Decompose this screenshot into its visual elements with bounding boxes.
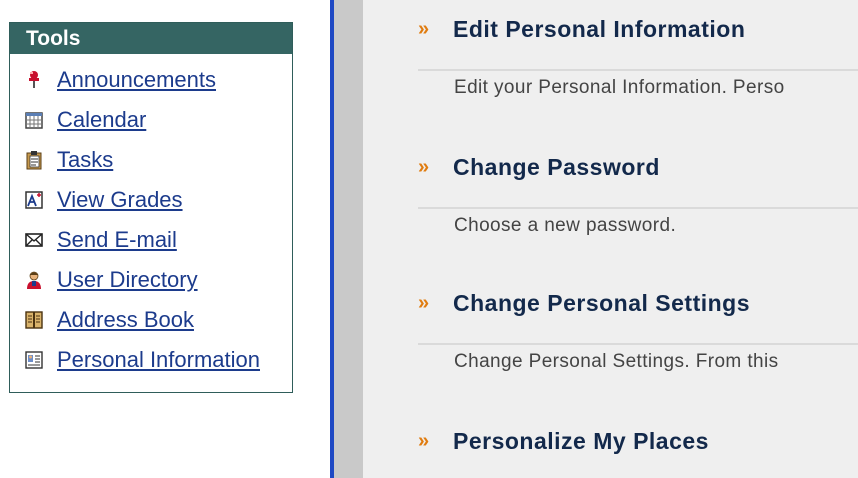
chevron-right-icon: » <box>418 156 430 178</box>
clipboard-icon <box>26 151 42 170</box>
section-heading: Change Personal Settings <box>453 290 751 316</box>
section-title-edit-personal-information[interactable]: » Edit Personal Information <box>418 9 745 49</box>
frame-divider <box>334 0 363 478</box>
tools-item-announcements[interactable]: Announcements <box>10 60 292 100</box>
section-heading: Edit Personal Information <box>453 16 746 42</box>
tools-link-address-book[interactable]: Address Book <box>57 307 194 333</box>
section-title-change-password[interactable]: » Change Password <box>418 147 660 187</box>
chevron-right-icon: » <box>418 292 430 314</box>
section-title-personalize-my-places[interactable]: » Personalize My Places <box>418 421 709 461</box>
tools-link-tasks[interactable]: Tasks <box>57 147 113 173</box>
tools-link-send-email[interactable]: Send E-mail <box>57 227 177 253</box>
calendar-icon <box>25 112 43 129</box>
user-directory-icon <box>27 271 41 289</box>
section-divider <box>418 343 858 345</box>
personal-info-content: » Edit Personal Information Edit your Pe… <box>363 0 858 478</box>
tools-link-personal-information[interactable]: Personal Information <box>57 347 260 373</box>
section-divider <box>418 207 858 209</box>
chevron-right-icon: » <box>418 430 430 452</box>
section-divider <box>418 69 858 71</box>
section-heading: Personalize My Places <box>453 428 709 454</box>
section-description: Edit your Personal Information. Perso <box>454 77 785 98</box>
pushpin-icon <box>29 71 39 88</box>
tools-panel: Tools Announcements Calendar Tasks View … <box>9 22 293 393</box>
address-book-icon <box>25 311 43 329</box>
tools-link-calendar[interactable]: Calendar <box>57 107 146 133</box>
section-description: Choose a new password. <box>454 215 677 236</box>
envelope-icon <box>25 233 43 247</box>
tools-item-view-grades[interactable]: View Grades <box>10 180 292 220</box>
tools-item-address-book[interactable]: Address Book <box>10 300 292 340</box>
section-title-change-personal-settings[interactable]: » Change Personal Settings <box>418 283 750 323</box>
tools-list: Announcements Calendar Tasks View Grades… <box>10 54 292 380</box>
section-description: Change Personal Settings. From this <box>454 351 779 372</box>
tools-item-personal-information[interactable]: Personal Information <box>10 340 292 380</box>
tools-item-user-directory[interactable]: User Directory <box>10 260 292 300</box>
grades-icon <box>25 191 43 209</box>
chevron-right-icon: » <box>418 18 430 40</box>
tools-item-calendar[interactable]: Calendar <box>10 100 292 140</box>
tools-link-user-directory[interactable]: User Directory <box>57 267 198 293</box>
tools-header: Tools <box>10 23 292 54</box>
tools-item-send-email[interactable]: Send E-mail <box>10 220 292 260</box>
tools-item-tasks[interactable]: Tasks <box>10 140 292 180</box>
section-heading: Change Password <box>453 154 660 180</box>
tools-link-announcements[interactable]: Announcements <box>57 67 216 93</box>
tools-link-view-grades[interactable]: View Grades <box>57 187 183 213</box>
personal-info-icon <box>25 351 43 369</box>
